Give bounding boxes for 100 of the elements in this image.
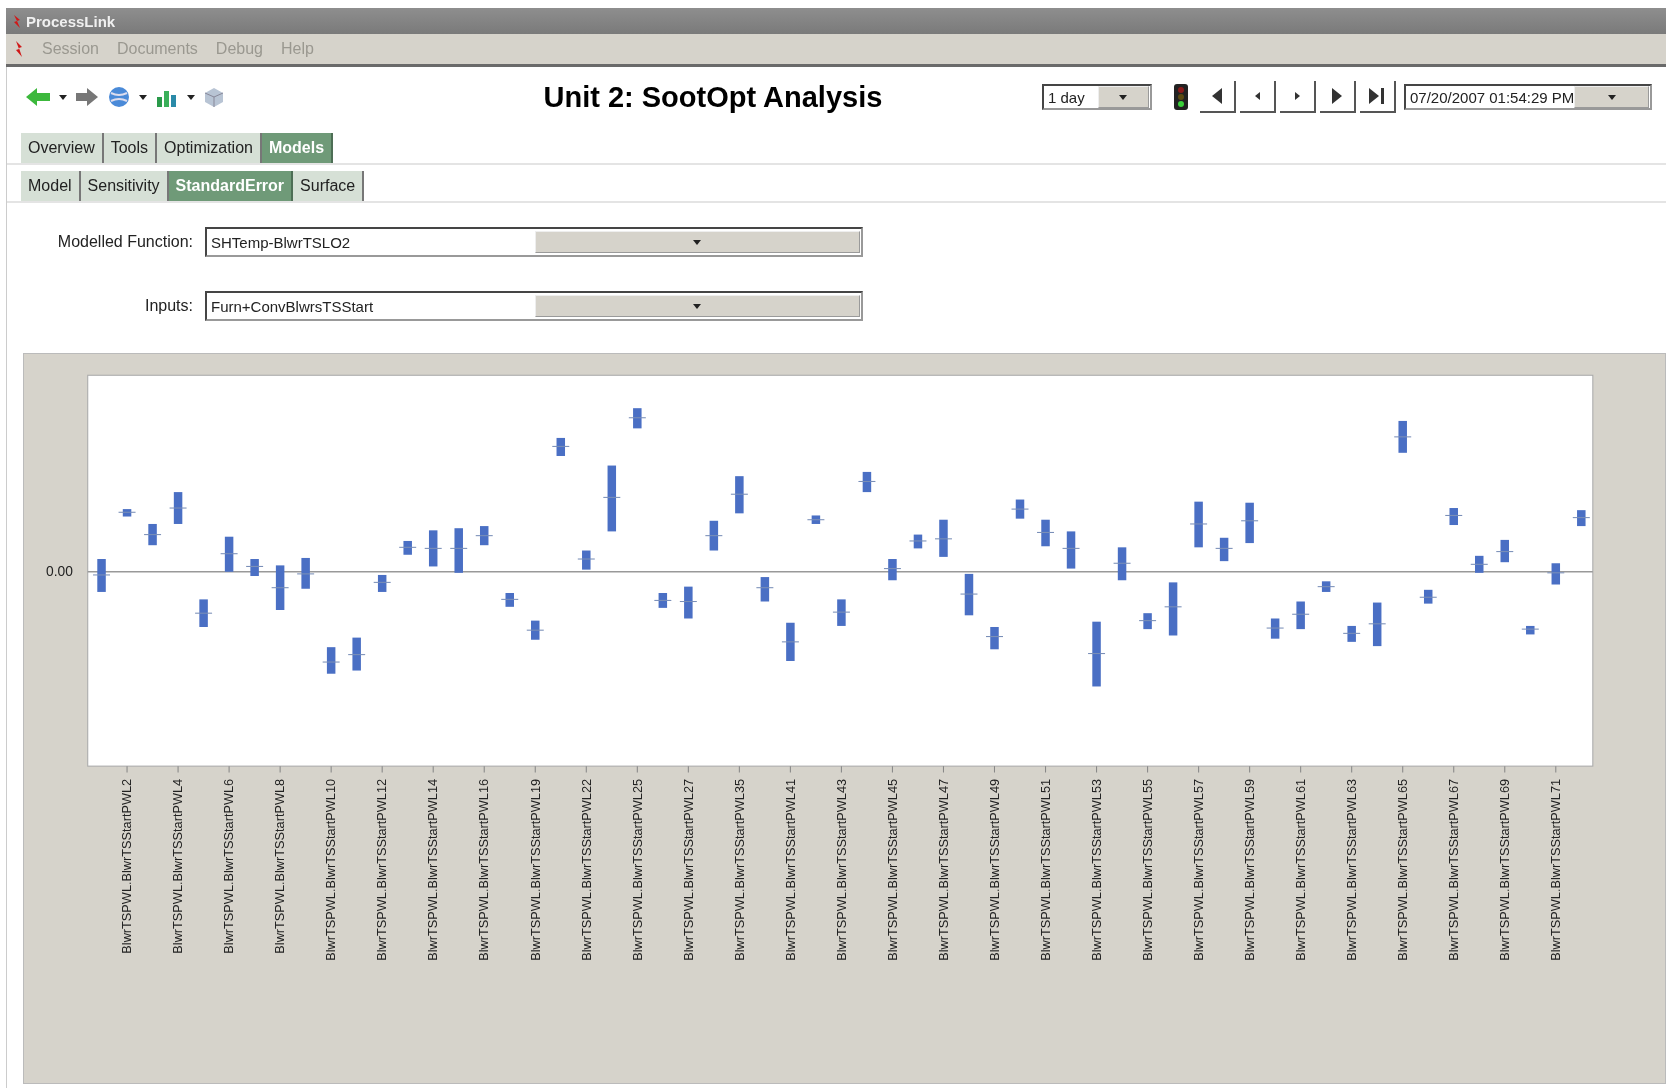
field-label: Modelled Function: xyxy=(56,233,194,251)
step-forward-icon[interactable] xyxy=(1320,81,1356,113)
error-bar xyxy=(526,620,545,640)
error-bar xyxy=(398,540,417,555)
step-back-icon[interactable] xyxy=(1200,81,1236,113)
small-left-icon[interactable] xyxy=(1240,81,1276,113)
error-bar xyxy=(781,622,800,661)
axis-label: BlwrTSPWL.BlwrTSStartPWL49 xyxy=(986,778,1002,961)
tab[interactable]: Tools xyxy=(103,133,158,163)
error-bar xyxy=(220,536,239,572)
caret-icon[interactable] xyxy=(693,303,702,309)
dropdown-field[interactable]: SHTemp-BlwrTSLO2 xyxy=(205,227,863,257)
error-bar xyxy=(1215,537,1234,562)
axis-label: BlwrTSPWL.BlwrTSStartPWL35 xyxy=(731,778,747,961)
error-bar xyxy=(1164,582,1183,636)
error-bar xyxy=(296,557,315,589)
axis-label: BlwrTSPWL.BlwrTSStartPWL57 xyxy=(1190,778,1206,961)
error-bar xyxy=(934,519,953,557)
caret-icon[interactable] xyxy=(1607,94,1616,100)
forward-arrow-icon[interactable] xyxy=(75,87,99,107)
error-bar xyxy=(985,627,1004,650)
error-bar xyxy=(1470,555,1489,573)
axis-label: BlwrTSPWL.BlwrTSStartPWL27 xyxy=(680,778,696,961)
error-bar xyxy=(169,492,188,524)
error-bar xyxy=(500,593,519,607)
axis-label: BlwrTSPWL.BlwrTSStartPWL45 xyxy=(884,778,900,961)
error-bar xyxy=(194,599,213,627)
small-right-icon[interactable] xyxy=(1280,81,1316,113)
caret-icon[interactable] xyxy=(59,94,67,100)
error-bar xyxy=(1393,420,1412,453)
axis-label: BlwrTSPWL.BlwrTSStartPWL59 xyxy=(1241,778,1257,961)
axis-label: BlwrTSPWL.BlwrTSStartPWL10 xyxy=(323,778,339,961)
error-bar xyxy=(1317,581,1336,592)
error-bar xyxy=(1342,625,1361,642)
axis-label: BlwrTSPWL.BlwrTSStartPWL4 xyxy=(170,778,186,954)
date-time-dropdown[interactable]: 07/20/2007 01:54:29 PM xyxy=(1404,84,1652,110)
caret-icon[interactable] xyxy=(139,94,147,100)
axis-label: BlwrTSPWL.BlwrTSStartPWL8 xyxy=(272,778,288,954)
axis-label: BlwrTSPWL.BlwrTSStartPWL19 xyxy=(527,778,543,961)
error-bar xyxy=(118,509,137,517)
axis-label: BlwrTSPWL.BlwrTSStartPWL6 xyxy=(221,778,237,954)
error-bar xyxy=(883,559,902,581)
error-bar xyxy=(806,515,825,524)
error-bar xyxy=(832,599,851,626)
caret-icon[interactable] xyxy=(693,239,702,245)
error-bar xyxy=(1444,508,1463,526)
axis-label: BlwrTSPWL.BlwrTSStartPWL51 xyxy=(1037,778,1053,961)
error-bar xyxy=(1368,602,1387,647)
axis-label: BlwrTSPWL.BlwrTSStartPWL55 xyxy=(1139,778,1155,961)
caret-icon[interactable] xyxy=(1119,94,1128,100)
error-bar xyxy=(704,520,723,551)
globe-icon[interactable] xyxy=(107,85,131,109)
tab[interactable]: Sensitivity xyxy=(80,171,169,201)
axis-label: BlwrTSPWL.BlwrTSStartPWL53 xyxy=(1088,778,1104,961)
error-bar xyxy=(1011,499,1030,519)
axis-label: BlwrTSPWL.BlwrTSStartPWL65 xyxy=(1394,778,1410,961)
error-bar xyxy=(1087,621,1106,687)
error-bar xyxy=(1419,589,1438,604)
tab[interactable]: Surface xyxy=(293,171,365,201)
tab[interactable]: Optimization xyxy=(157,133,262,163)
caret-icon[interactable] xyxy=(187,94,195,100)
cube-icon[interactable] xyxy=(203,86,225,108)
error-bar xyxy=(1495,539,1514,563)
axis-label: BlwrTSPWL.BlwrTSStartPWL67 xyxy=(1446,778,1461,961)
error-bar xyxy=(1266,618,1285,639)
axis-label: BlwrTSPWL.BlwrTSStartPWL47 xyxy=(935,778,951,961)
error-bar xyxy=(679,586,698,619)
field-label: Inputs: xyxy=(143,297,194,315)
dropdown-field[interactable]: Furn+ConvBlwrsTSStart xyxy=(205,291,863,321)
error-bar xyxy=(1572,510,1591,527)
app-icon xyxy=(12,13,22,29)
error-bar xyxy=(857,471,876,493)
error-bar xyxy=(347,637,366,671)
window-title: ProcessLink xyxy=(26,12,116,30)
error-bar xyxy=(730,476,749,514)
error-bar xyxy=(755,577,774,602)
error-bar xyxy=(1521,625,1540,635)
skip-end-icon[interactable] xyxy=(1360,81,1396,113)
error-bar xyxy=(424,530,443,567)
axis-label: BlwrTSPWL.BlwrTSStartPWL63 xyxy=(1343,778,1359,961)
time-range-dropdown[interactable]: 1 day xyxy=(1042,84,1152,110)
error-bar xyxy=(373,574,392,592)
error-bar xyxy=(449,528,468,573)
error-bar xyxy=(245,559,264,576)
tab[interactable]: Model xyxy=(21,171,81,201)
axis-label: BlwrTSPWL.BlwrTSStartPWL12 xyxy=(374,778,390,961)
axis-label: BlwrTSPWL.BlwrTSStartPWL22 xyxy=(578,778,594,961)
axis-label: BlwrTSPWL.BlwrTSStartPWL41 xyxy=(782,778,798,961)
axis-label: BlwrTSPWL.BlwrTSStartPWL14 xyxy=(425,778,441,961)
error-bar xyxy=(1240,502,1259,544)
tab[interactable]: Overview xyxy=(21,133,104,163)
axis-tick-label: 0.00 xyxy=(46,564,73,579)
page-title: Unit 2: SootOpt Analysis xyxy=(543,80,884,114)
back-arrow-icon[interactable] xyxy=(25,87,51,107)
axis-label: BlwrTSPWL.BlwrTSStartPWL2 xyxy=(119,778,135,954)
error-bar xyxy=(628,408,647,429)
error-bar xyxy=(322,647,341,674)
axis-label: BlwrTSPWL.BlwrTSStartPWL61 xyxy=(1292,778,1308,961)
error-bar xyxy=(653,593,672,608)
error-bar xyxy=(602,465,621,532)
